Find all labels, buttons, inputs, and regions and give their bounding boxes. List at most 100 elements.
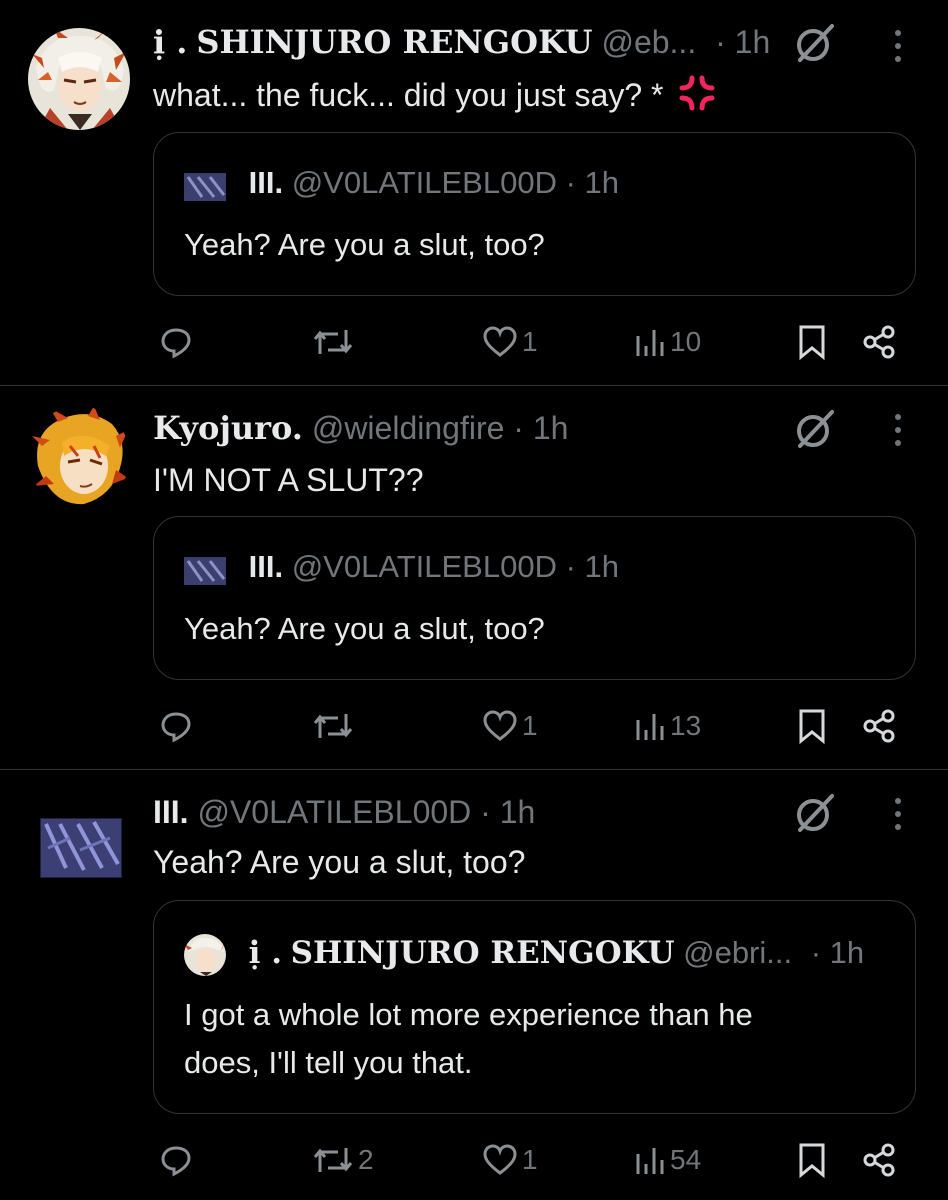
quote-text: Yeah? Are you a slut, too?	[184, 611, 545, 646]
repost-count: 2	[358, 1144, 374, 1175]
reply-icon	[161, 712, 191, 743]
grok-icon[interactable]	[792, 406, 838, 452]
quoted-post[interactable]: III. @V0LATILEBL00D · 1h Yeah? Are you a…	[153, 132, 916, 296]
post-text: what... the fuck... did you just say? *	[153, 74, 716, 121]
action-bar: 1 13	[0, 706, 948, 746]
quote-time: · 1h	[565, 165, 620, 200]
quote-handle: @ebri...	[683, 935, 793, 970]
reply-icon	[161, 328, 191, 359]
quote-header: ị . SHINJURO RENGOKU @ebri... · 1h	[184, 933, 865, 976]
share-icon	[863, 325, 895, 359]
reply-button[interactable]	[158, 1140, 194, 1180]
author-handle[interactable]: @wieldingfire	[312, 410, 505, 446]
author-name[interactable]: SHINJURO RENGOKU	[196, 23, 592, 61]
quote-text-line: I got a whole lot more experience than h…	[184, 997, 753, 1032]
views-button[interactable]: 54	[634, 1140, 701, 1180]
bookmark-button[interactable]	[798, 706, 826, 746]
quoted-post[interactable]: ị . SHINJURO RENGOKU @ebri... · 1h I got…	[153, 900, 916, 1114]
author-prefix: ị .	[153, 23, 188, 61]
post-header: Kyojuro. @wieldingfire · 1h	[153, 408, 568, 448]
grok-icon[interactable]	[792, 20, 838, 66]
action-bar: 1 10	[0, 322, 948, 362]
like-count: 1	[522, 710, 538, 741]
views-icon	[636, 330, 664, 356]
share-icon	[863, 1143, 895, 1177]
more-icon[interactable]	[888, 412, 908, 448]
like-button[interactable]: 1	[482, 1140, 538, 1180]
post-time[interactable]: · 1h	[480, 794, 535, 830]
like-count: 1	[522, 1144, 538, 1175]
share-button[interactable]	[862, 1140, 898, 1180]
more-icon[interactable]	[888, 796, 908, 832]
bookmark-icon	[799, 325, 825, 360]
more-icon[interactable]	[888, 28, 908, 64]
reply-icon	[161, 1146, 191, 1177]
repost-icon	[313, 1148, 353, 1172]
share-button[interactable]	[862, 706, 898, 746]
views-icon	[636, 1148, 664, 1174]
post[interactable]: ị . SHINJURO RENGOKU @eb... · 1h what...…	[0, 0, 948, 385]
post[interactable]: Kyojuro. @wieldingfire · 1h I'M NOT A SL…	[0, 386, 948, 769]
post-text-content: what... the fuck... did you just say? *	[153, 76, 664, 113]
avatar[interactable]	[28, 406, 130, 508]
views-button[interactable]: 10	[634, 322, 701, 362]
reply-button[interactable]	[158, 706, 194, 746]
avatar[interactable]	[40, 818, 122, 878]
quote-handle: @V0LATILEBL00D	[291, 549, 557, 584]
views-count: 13	[670, 710, 702, 741]
like-button[interactable]: 1	[482, 322, 538, 362]
quote-time: · 1h	[565, 549, 620, 584]
bookmark-icon	[799, 1143, 825, 1178]
views-count: 54	[670, 1144, 702, 1175]
quote-avatar	[184, 555, 226, 585]
post-time[interactable]: · 1h	[513, 410, 568, 446]
quote-text: Yeah? Are you a slut, too?	[184, 227, 545, 262]
share-icon	[863, 709, 895, 743]
quote-time: · 1h	[810, 935, 865, 970]
post-header: ị . SHINJURO RENGOKU @eb... · 1h	[153, 22, 770, 62]
quote-header: III. @V0LATILEBL00D · 1h	[184, 163, 619, 203]
quote-avatar	[184, 933, 226, 976]
views-button[interactable]: 13	[634, 706, 701, 746]
heart-icon	[483, 326, 517, 357]
quote-header: III. @V0LATILEBL00D · 1h	[184, 547, 619, 587]
post[interactable]: III. @V0LATILEBL00D · 1h Yeah? Are you a…	[0, 770, 948, 1200]
share-button[interactable]	[862, 322, 898, 362]
repost-button[interactable]	[312, 322, 358, 362]
views-count: 10	[670, 326, 702, 357]
heart-icon	[483, 1144, 517, 1175]
reply-button[interactable]	[158, 322, 194, 362]
bookmark-button[interactable]	[798, 322, 826, 362]
post-text: Yeah? Are you a slut, too?	[153, 844, 526, 880]
quote-text-line: does, I'll tell you that.	[184, 1045, 473, 1080]
quote-author-name: SHINJURO RENGOKU	[290, 935, 675, 971]
action-bar: 2 1 54	[0, 1140, 948, 1180]
quoted-post[interactable]: III. @V0LATILEBL00D · 1h Yeah? Are you a…	[153, 516, 916, 680]
anger-symbol-icon	[678, 74, 716, 121]
quote-avatar	[184, 171, 226, 201]
quote-author-name: III.	[248, 165, 284, 200]
author-handle[interactable]: @eb...	[601, 24, 696, 60]
like-count: 1	[522, 326, 538, 357]
heart-icon	[483, 710, 517, 741]
author-name[interactable]: III.	[153, 794, 189, 830]
bookmark-button[interactable]	[798, 1140, 826, 1180]
views-icon	[636, 714, 664, 740]
repost-icon	[313, 714, 353, 738]
post-text: I'M NOT A SLUT??	[153, 462, 424, 498]
quote-handle: @V0LATILEBL00D	[291, 165, 557, 200]
like-button[interactable]: 1	[482, 706, 538, 746]
bookmark-icon	[799, 709, 825, 744]
quote-author-name: III.	[248, 549, 284, 584]
post-time[interactable]: · 1h	[715, 24, 770, 60]
quote-author-prefix: ị .	[248, 935, 282, 971]
repost-button[interactable]: 2	[312, 1140, 374, 1180]
author-handle[interactable]: @V0LATILEBL00D	[197, 794, 471, 830]
quote-text: I got a whole lot more experience than h…	[184, 991, 753, 1087]
repost-icon	[313, 330, 353, 354]
avatar[interactable]	[28, 28, 130, 130]
post-header: III. @V0LATILEBL00D · 1h	[153, 792, 535, 832]
author-name[interactable]: Kyojuro.	[153, 409, 303, 447]
grok-icon[interactable]	[792, 790, 838, 836]
repost-button[interactable]	[312, 706, 358, 746]
